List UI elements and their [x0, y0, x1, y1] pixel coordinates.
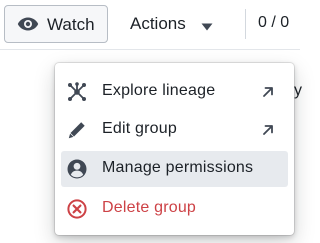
- menu-item-edit-group[interactable]: Edit group: [61, 112, 288, 148]
- delete-icon: [67, 199, 87, 219]
- watch-label: Watch: [47, 15, 95, 34]
- menu-item-label: Explore lineage: [102, 82, 216, 99]
- menu-item-label: Edit group: [102, 120, 177, 137]
- lineage-icon: [68, 82, 86, 101]
- pencil-icon: [68, 122, 85, 139]
- menu-item-delete-group[interactable]: Delete group: [61, 191, 288, 227]
- menu-item-explore-lineage[interactable]: Explore lineage: [61, 74, 288, 110]
- menu-item-manage-permissions[interactable]: Manage permissions: [61, 151, 288, 187]
- toolbar: Watch Actions 0 / 0: [0, 0, 300, 50]
- menu-item-label: Delete group: [102, 199, 197, 216]
- toolbar-divider: [245, 9, 246, 39]
- arrow-top-right-icon: [263, 87, 273, 97]
- actions-button[interactable]: Actions: [118, 5, 228, 43]
- caret-down-icon: [201, 23, 213, 31]
- menu-item-label: Manage permissions: [102, 159, 254, 176]
- watch-button[interactable]: Watch: [4, 5, 108, 43]
- arrow-top-right-icon: [263, 125, 273, 135]
- actions-label: Actions: [130, 14, 186, 33]
- peek-text: y: [294, 82, 302, 99]
- counter-text: 0 / 0: [258, 14, 290, 31]
- actions-menu: Explore lineage Edit group Manage permis…: [55, 63, 294, 235]
- user-icon: [67, 159, 87, 179]
- eye-icon: [17, 17, 39, 31]
